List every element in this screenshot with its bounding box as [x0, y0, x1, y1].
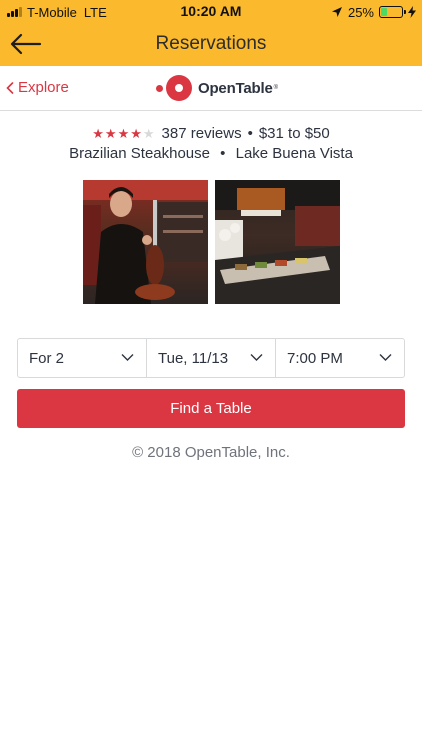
copyright-text: © 2018 OpenTable, Inc.: [132, 444, 290, 461]
restaurant-photo-buffet[interactable]: [215, 180, 340, 304]
star-filled-icon: ★: [130, 125, 142, 141]
restaurant-details: Brazilian Steakhouse • Lake Buena Vista: [69, 145, 353, 162]
brand-bar: Explore OpenTable ®: [0, 66, 422, 111]
logo-ring-icon: [166, 75, 192, 101]
price-range: $31 to $50: [258, 124, 330, 142]
logo-dot-icon: [156, 84, 163, 92]
star-empty-icon: ★: [142, 125, 155, 141]
party-size-select[interactable]: For 2: [18, 339, 146, 377]
explore-label: Explore: [18, 79, 69, 96]
party-size-value: For 2: [29, 349, 65, 367]
star-filled-icon: ★: [117, 125, 130, 141]
charging-bolt-icon: [408, 6, 416, 18]
date-value: Tue, 11/13: [158, 349, 229, 367]
cuisine-label: Brazilian Steakhouse: [69, 145, 210, 162]
battery-fill: [381, 8, 387, 16]
battery-percent: 25%: [347, 4, 374, 20]
star-rating: ★ ★ ★ ★ ★: [92, 127, 154, 140]
explore-back-link[interactable]: Explore: [6, 79, 69, 96]
restaurant-photo-chef[interactable]: [83, 180, 208, 304]
location-label: Lake Buena Vista: [235, 145, 353, 162]
location-arrow-icon: [331, 7, 342, 17]
chevron-down-icon: [379, 354, 392, 361]
status-bar: T-Mobile LTE 10:20 AM 25%: [0, 0, 422, 24]
star-filled-icon: ★: [92, 125, 104, 141]
booking-selectors: For 2 Tue, 11/13 7:00 PM: [17, 338, 405, 378]
chevron-left-icon: [6, 81, 14, 94]
chevron-down-icon: [250, 354, 263, 361]
time-select[interactable]: 7:00 PM: [275, 339, 404, 377]
rating-line: ★ ★ ★ ★ ★ 387 reviews • $31 to $50: [92, 124, 330, 142]
time-value: 7:00 PM: [287, 349, 343, 367]
battery-icon: [379, 6, 406, 18]
opentable-logo: OpenTable ®: [156, 75, 278, 101]
chevron-down-icon: [121, 354, 134, 361]
page-title: Reservations: [155, 33, 267, 54]
status-right: 25%: [331, 3, 416, 21]
review-count[interactable]: 387 reviews: [162, 125, 242, 142]
date-select[interactable]: Tue, 11/13: [146, 339, 275, 377]
logo-text: OpenTable: [198, 79, 273, 97]
find-table-button[interactable]: Find a Table: [17, 389, 405, 428]
nav-header: Reservations: [0, 24, 422, 66]
star-filled-icon: ★: [104, 125, 117, 141]
